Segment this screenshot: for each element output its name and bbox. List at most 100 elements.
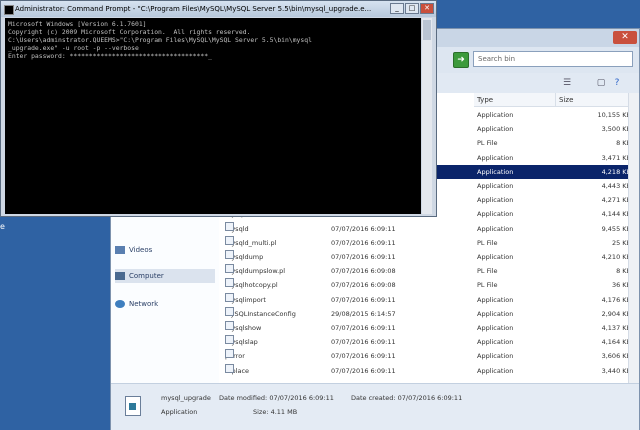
cell-date: 07/07/2016 6:09:08 (331, 267, 396, 276)
go-forward-icon[interactable]: ➜ (453, 52, 469, 68)
cell-size-wrap: 3,440 KB (559, 364, 631, 378)
table-row[interactable]: replace 07/07/2016 6:09:11 Application 3,44… (219, 363, 639, 378)
cell-date-wrap: 07/07/2016 6:09:11 (331, 236, 396, 250)
cell-date: 07/07/2016 6:09:11 (331, 352, 396, 361)
file-icon (225, 264, 234, 274)
table-row[interactable]: mysqlshow 07/07/2016 6:09:11 Application 4,… (219, 321, 639, 335)
table-row[interactable]: mysqlslap 07/07/2016 6:09:11 Application 4,… (219, 335, 639, 349)
cell-size-wrap: 4,443 KB (559, 179, 631, 193)
cell-type-wrap: Application (477, 108, 513, 122)
nav-item-label: Network (129, 300, 159, 308)
cell-type: Application (477, 167, 514, 176)
explorer-close-button[interactable]: ✕ (613, 31, 637, 44)
cell-size: 3,471 KB (601, 153, 631, 162)
cell-size-wrap: 3,500 KB (559, 122, 631, 136)
cell-name-wrap: MySQLInstanceConfig (225, 306, 296, 321)
column-header-size[interactable]: Size (556, 93, 636, 107)
file-list-scrollbar[interactable] (628, 93, 639, 383)
computer-icon (115, 272, 125, 280)
cell-type: PL File (477, 238, 498, 247)
cell-type-wrap: Application (477, 307, 513, 321)
console-output[interactable]: Microsoft Windows [Version 6.1.7601] Cop… (5, 18, 421, 214)
table-row[interactable]: mysqldumpslow.pl 07/07/2016 6:09:08 PL Fil… (219, 264, 639, 278)
cell-date-wrap: 07/07/2016 6:09:11 (331, 364, 396, 378)
cell-type: Application (477, 253, 514, 261)
cell-date-wrap: 07/07/2016 6:09:11 (331, 293, 396, 307)
cell-type: PL File (477, 139, 498, 148)
cell-type: Application (477, 324, 514, 332)
cell-size-wrap: 8 KB (559, 264, 631, 278)
nav-item-label: Videos (129, 246, 153, 254)
file-icon (225, 221, 234, 231)
cell-size-wrap: 4,144 KB (559, 207, 631, 221)
cell-date-wrap: 07/07/2016 6:09:11 (331, 222, 396, 236)
cell-name-wrap: replace (225, 363, 249, 378)
cell-date-wrap: 07/07/2016 6:09:08 (331, 278, 396, 292)
table-row[interactable]: MySQLInstanceConfig 29/08/2015 6:14:57 App… (219, 306, 639, 321)
cell-type: Application (477, 295, 514, 304)
details-size: Size: 4.11 MB (253, 408, 298, 416)
cell-type-wrap: Application (477, 321, 513, 335)
table-row[interactable]: perror 07/07/2016 6:09:11 Application 3,606… (219, 349, 639, 363)
cell-type-wrap: Application (477, 349, 513, 363)
cell-type: Application (477, 338, 514, 347)
cell-type-wrap: PL File (477, 264, 497, 278)
cell-type: Application (477, 309, 514, 318)
cmd-icon (4, 5, 14, 15)
cell-name-wrap: mysqldump (225, 250, 263, 264)
table-row[interactable]: mysqld_multi.pl 07/07/2016 6:09:11 PL File… (219, 235, 639, 250)
cell-date: 07/07/2016 6:09:11 (331, 324, 396, 332)
details-date-created: Date created: 07/07/2016 6:09:11 (351, 394, 463, 402)
cell-size-wrap: 3,606 KB (559, 349, 631, 363)
details-pane: mysql_upgrade Application Date modified:… (111, 383, 639, 430)
cell-size-wrap: 4,137 KB (559, 321, 631, 335)
maximize-button[interactable]: □ (405, 3, 419, 14)
cell-date: 07/07/2016 6:09:11 (331, 295, 396, 304)
cell-date: 07/07/2016 6:09:11 (331, 238, 396, 247)
cell-date: 07/07/2016 6:09:11 (331, 366, 396, 375)
help-icon[interactable]: ? (611, 77, 623, 89)
table-row[interactable]: mysqlimport 07/07/2016 6:09:11 Application… (219, 292, 639, 307)
close-button[interactable]: ✕ (420, 3, 434, 14)
cell-name-wrap: mysqldumpslow.pl (225, 264, 285, 278)
cell-size: 4,144 KB (601, 210, 631, 219)
nav-item-videos[interactable]: Videos (115, 243, 215, 257)
column-header-type[interactable]: Type (474, 93, 556, 107)
file-icon (225, 250, 234, 259)
table-row[interactable]: mysqld 07/07/2016 6:09:11 Application 9,455… (219, 221, 639, 236)
nav-item-computer[interactable]: Computer (115, 269, 215, 283)
file-icon (225, 306, 234, 316)
cell-size: 4,137 KB (601, 324, 631, 332)
console-scrollbar[interactable] (422, 18, 432, 214)
cell-type-wrap: Application (477, 335, 513, 349)
cell-size-wrap: 4,210 KB (559, 250, 631, 264)
search-input[interactable]: Search bin (473, 51, 633, 67)
file-icon (225, 335, 234, 345)
cell-name: mysqldumpslow.pl (225, 267, 286, 276)
cell-size: 3,606 KB (601, 352, 631, 361)
cell-type: PL File (477, 267, 498, 276)
cell-size-wrap: 4,176 KB (559, 293, 631, 307)
cell-name-wrap: mysqlimport (225, 292, 266, 307)
cell-name-wrap: mysqlhotcopy.pl (225, 278, 278, 292)
cell-size: 4,176 KB (601, 295, 631, 304)
preview-pane-icon[interactable]: ▢ (595, 77, 607, 89)
nav-item-network[interactable]: Network (115, 297, 215, 311)
table-row[interactable]: mysqlhotcopy.pl 07/07/2016 6:09:08 PL File… (219, 278, 639, 292)
desktop-label: e (0, 222, 5, 231)
cell-name-wrap: mysqlshow (225, 321, 261, 335)
file-icon (225, 278, 234, 288)
cell-date-wrap: 07/07/2016 6:09:11 (331, 349, 396, 363)
cell-type-wrap: Application (477, 151, 513, 165)
console-line: _upgrade.exe" -u root -p --verbose (8, 44, 139, 52)
cell-size-wrap: 2,904 KB (559, 307, 631, 321)
cell-type-wrap: Application (477, 250, 513, 264)
details-filename: mysql_upgrade (161, 394, 211, 402)
table-row[interactable]: mysqldump 07/07/2016 6:09:11 Application 4,… (219, 250, 639, 264)
minimize-button[interactable]: _ (390, 3, 404, 14)
cell-type-wrap: PL File (477, 136, 497, 150)
application-icon (125, 396, 141, 416)
file-icon (225, 292, 234, 302)
scrollbar-thumb[interactable] (423, 20, 431, 40)
view-options-icon[interactable]: ☰ (561, 77, 573, 89)
